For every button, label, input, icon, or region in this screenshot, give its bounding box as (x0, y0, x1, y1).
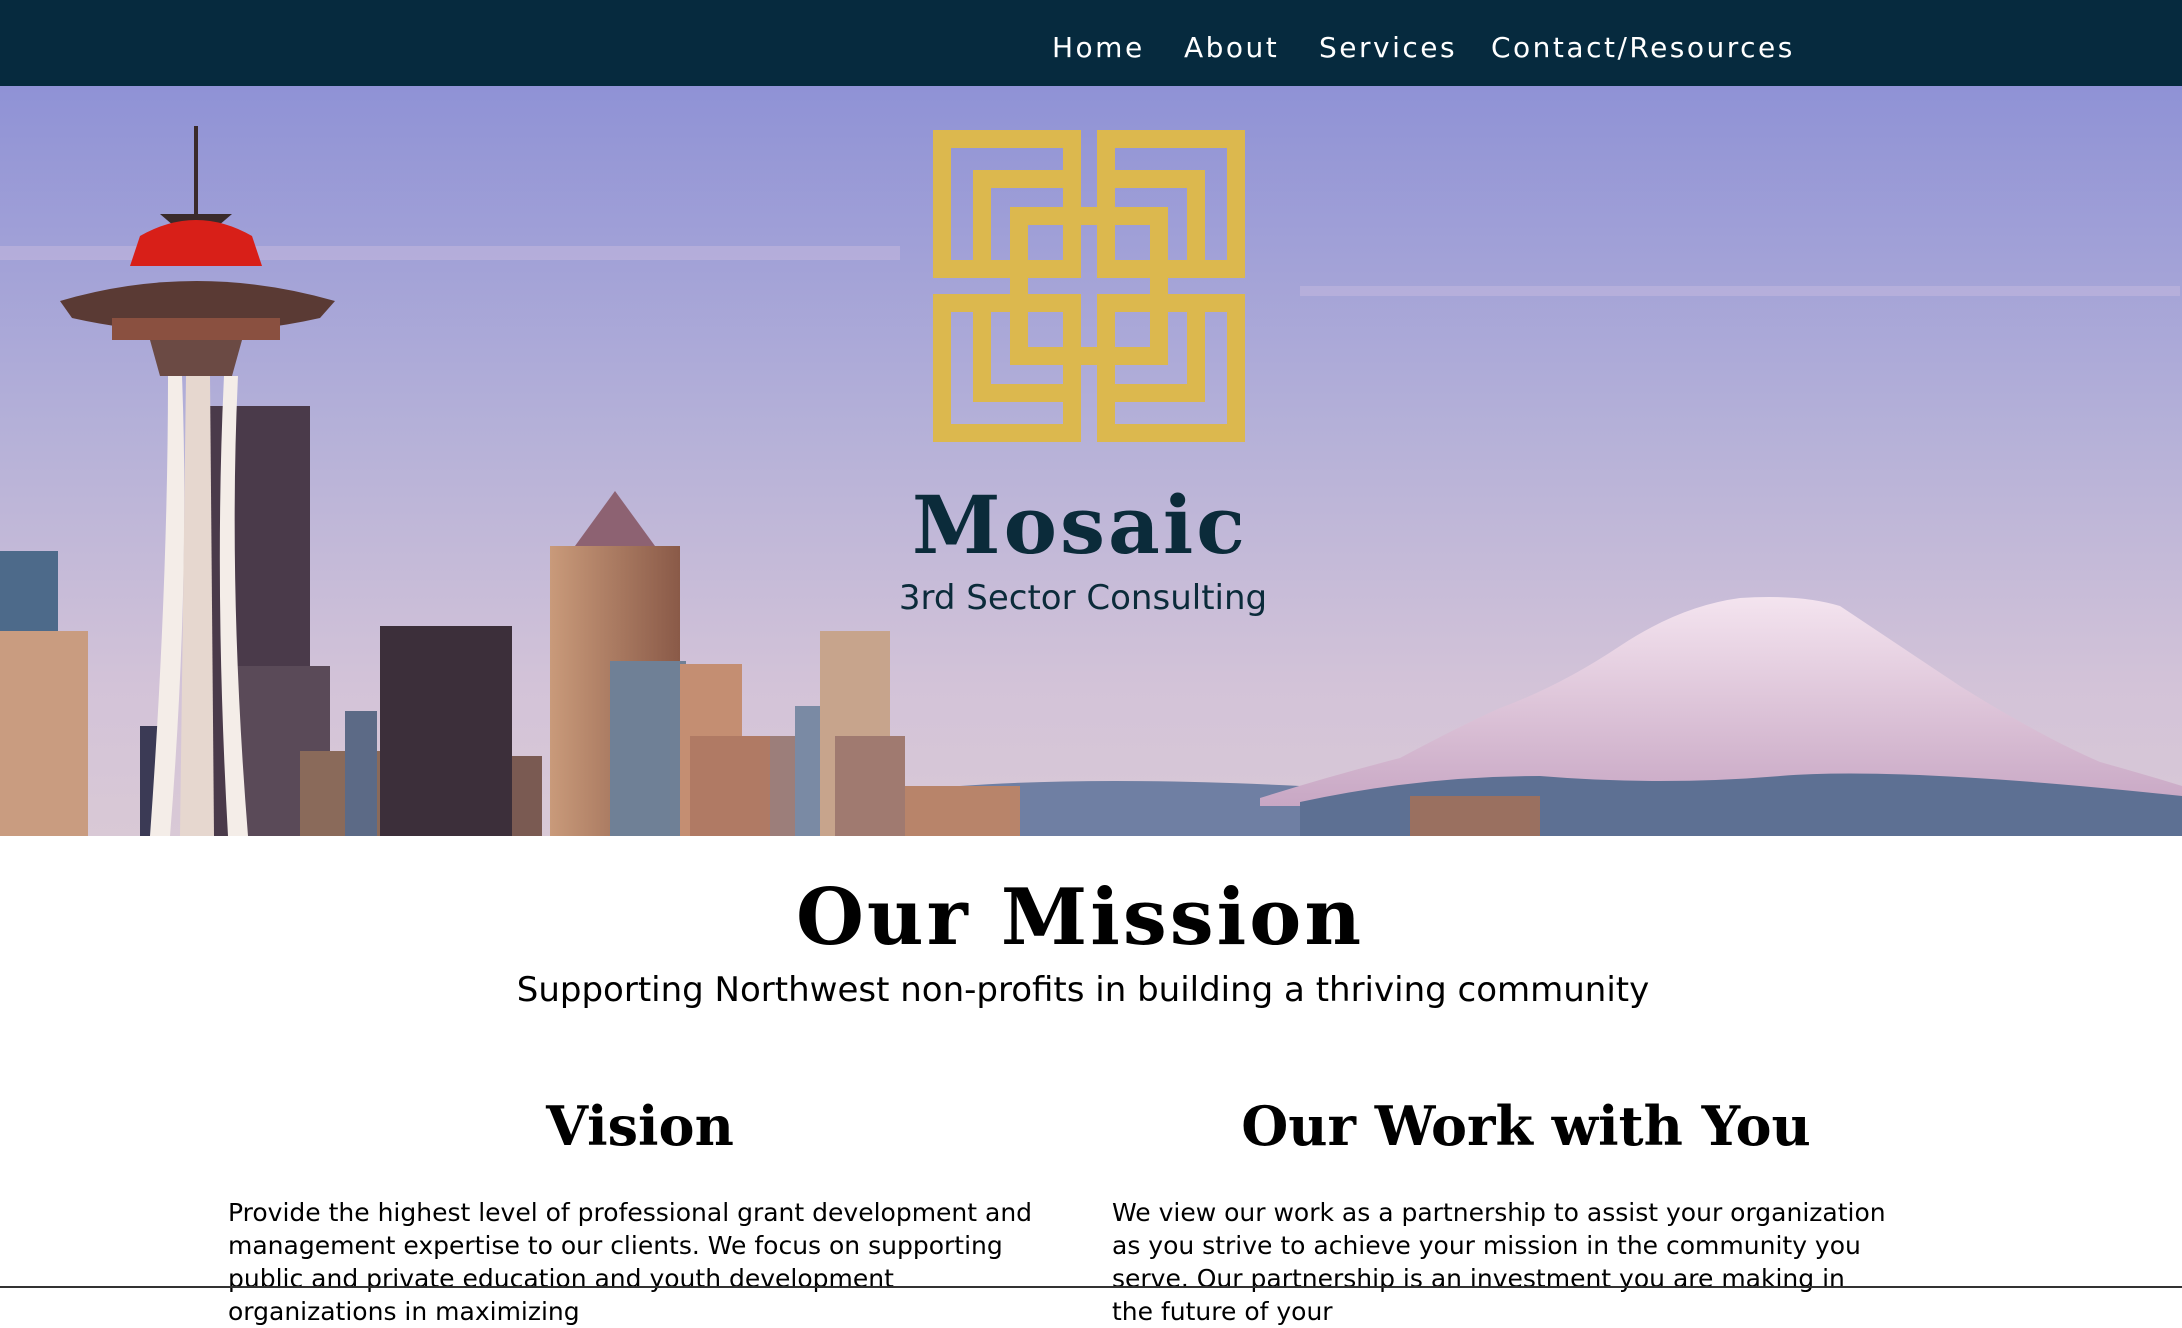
interlocking-squares-logo-icon (933, 130, 1245, 442)
hero-banner: Mosaic 3rd Sector Consulting (0, 86, 2182, 836)
nav-link-home[interactable]: Home (1052, 26, 1145, 70)
vision-text: Provide the highest level of professiona… (228, 1198, 1033, 1326)
work-with-you-heading: Our Work with You (1241, 1094, 1811, 1158)
nav-link-services[interactable]: Services (1319, 26, 1457, 70)
work-with-you-text: We view our work as a partnership to ass… (1112, 1198, 1886, 1326)
top-navigation-bar: Home About Services Contact/Resources (0, 0, 2182, 86)
brand-name: Mosaic (912, 478, 1248, 572)
nav-link-about[interactable]: About (1184, 26, 1279, 70)
mission-subtitle: Supporting Northwest non-profits in buil… (516, 970, 1650, 1010)
nav-link-contact-resources[interactable]: Contact/Resources (1491, 26, 1795, 70)
mission-title: Our Mission (795, 872, 1365, 963)
vision-heading: Vision (546, 1094, 734, 1158)
brand-tagline: 3rd Sector Consulting (898, 578, 1268, 618)
